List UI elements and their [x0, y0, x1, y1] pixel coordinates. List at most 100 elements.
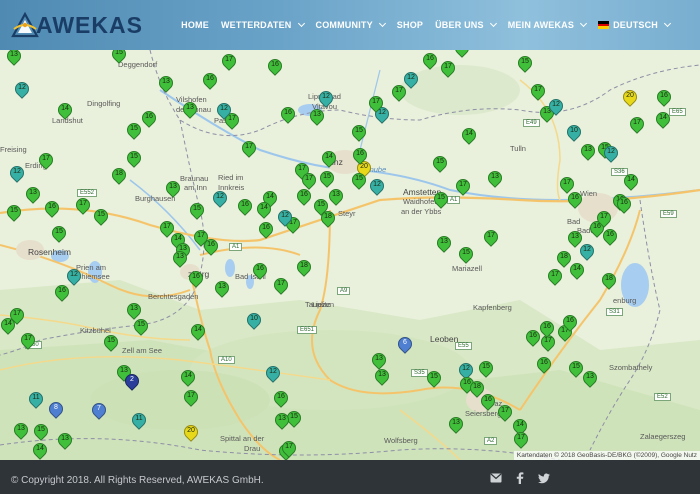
weather-station-marker[interactable]: 10: [244, 310, 264, 333]
weather-station-marker[interactable]: 13: [11, 420, 31, 443]
weather-station-marker[interactable]: 17: [481, 227, 501, 250]
facebook-icon[interactable]: [514, 472, 526, 484]
weather-station-marker[interactable]: 16: [600, 226, 620, 249]
weather-station-marker[interactable]: 15: [430, 153, 450, 176]
weather-station-marker[interactable]: 16: [523, 327, 543, 350]
weather-station-marker[interactable]: 12: [263, 363, 283, 386]
weather-station-marker[interactable]: 12: [546, 96, 566, 119]
weather-station-marker[interactable]: 15: [91, 206, 111, 229]
weather-station-marker[interactable]: 12: [210, 188, 230, 211]
weather-station-marker[interactable]: 17: [438, 58, 458, 81]
weather-station-marker[interactable]: 14: [0, 315, 18, 338]
nav-item-0[interactable]: HOME: [175, 0, 215, 50]
weather-station-marker[interactable]: 13: [565, 228, 585, 251]
weather-station-marker[interactable]: 15: [476, 358, 496, 381]
weather-station-marker[interactable]: 12: [316, 88, 336, 111]
weather-station-marker[interactable]: 14: [254, 199, 274, 222]
weather-station-marker[interactable]: 16: [614, 194, 634, 217]
weather-station-marker[interactable]: 16: [256, 219, 276, 242]
weather-station-marker[interactable]: 17: [545, 266, 565, 289]
weather-station-marker[interactable]: 16: [201, 236, 221, 259]
weather-station-marker[interactable]: 8: [46, 399, 66, 422]
weather-station-marker[interactable]: 11: [129, 410, 149, 433]
weather-station-marker[interactable]: 16: [534, 354, 554, 377]
weather-station-marker[interactable]: 13: [170, 248, 190, 271]
weather-station-marker[interactable]: 14: [621, 171, 641, 194]
weather-station-marker[interactable]: 17: [271, 275, 291, 298]
nav-item-4[interactable]: ÜBER UNS: [429, 0, 502, 50]
weather-station-marker[interactable]: 12: [7, 163, 27, 186]
weather-station-marker[interactable]: 12: [64, 266, 84, 289]
weather-station-marker[interactable]: 18: [318, 208, 338, 231]
weather-station-marker[interactable]: 13: [372, 366, 392, 389]
weather-station-marker[interactable]: 15: [109, 50, 129, 67]
weather-station-marker[interactable]: 17: [511, 429, 531, 452]
nav-item-1[interactable]: WETTERDATEN: [215, 0, 310, 50]
weather-station-marker[interactable]: 18: [294, 257, 314, 280]
weather-station-marker[interactable]: 17: [528, 81, 548, 104]
weather-station-marker[interactable]: 17: [181, 387, 201, 410]
nav-item-6[interactable]: DEUTSCH: [592, 0, 676, 50]
weather-station-marker[interactable]: 12: [275, 207, 295, 230]
weather-station-marker[interactable]: 13: [580, 368, 600, 391]
twitter-icon[interactable]: [538, 472, 550, 484]
weather-station-marker[interactable]: 16: [478, 391, 498, 414]
weather-station-marker[interactable]: 15: [4, 202, 24, 225]
weather-station-marker[interactable]: 13: [446, 414, 466, 437]
weather-station-marker[interactable]: 12: [367, 176, 387, 199]
weather-station-marker[interactable]: 17: [279, 438, 299, 460]
weather-station-marker[interactable]: 15: [124, 120, 144, 143]
weather-station-marker[interactable]: 15: [566, 358, 586, 381]
weather-station-marker[interactable]: 13: [212, 278, 232, 301]
weather-station-marker[interactable]: 13: [23, 184, 43, 207]
weather-station-marker[interactable]: 15: [349, 122, 369, 145]
weather-station-marker[interactable]: 15: [101, 332, 121, 355]
weather-station-marker[interactable]: 13: [163, 178, 183, 201]
weather-station-marker[interactable]: 13: [55, 430, 75, 453]
weather-station-marker[interactable]: 14: [55, 100, 75, 123]
nav-item-3[interactable]: SHOP: [391, 0, 429, 50]
weather-station-marker[interactable]: 16: [52, 282, 72, 305]
weather-station-marker[interactable]: 16: [565, 189, 585, 212]
weather-station-marker[interactable]: 17: [36, 150, 56, 173]
weather-station-marker[interactable]: 17: [239, 138, 259, 161]
weather-station-marker[interactable]: 14: [178, 367, 198, 390]
weather-station-marker[interactable]: 14: [319, 148, 339, 171]
weather-station-marker[interactable]: 15: [49, 223, 69, 246]
weather-station-marker[interactable]: 16: [654, 87, 674, 110]
weather-station-marker[interactable]: 16: [42, 198, 62, 221]
weather-station-marker[interactable]: 16: [139, 108, 159, 131]
weather-station-marker[interactable]: 13: [307, 106, 327, 129]
weather-station-marker[interactable]: 12: [12, 79, 32, 102]
weather-station-marker[interactable]: 20: [620, 87, 640, 110]
weather-station-marker[interactable]: 13: [485, 168, 505, 191]
weather-station-marker[interactable]: 17: [627, 114, 647, 137]
weather-station-marker[interactable]: 15: [124, 148, 144, 171]
weather-station-marker[interactable]: 17: [594, 208, 614, 231]
weather-station-marker[interactable]: 16: [186, 268, 206, 291]
weather-station-marker[interactable]: 15: [31, 421, 51, 444]
weather-station-marker[interactable]: 15: [424, 368, 444, 391]
weather-station-marker[interactable]: 17: [219, 51, 239, 74]
weather-station-marker[interactable]: 15: [515, 53, 535, 76]
weather-station-marker[interactable]: 16: [200, 70, 220, 93]
weather-station-marker[interactable]: 13: [578, 141, 598, 164]
weather-station-marker[interactable]: 16: [350, 145, 370, 168]
weather-station-marker[interactable]: 12: [401, 69, 421, 92]
weather-station-marker[interactable]: 14: [459, 125, 479, 148]
weather-station-marker[interactable]: 20: [181, 422, 201, 445]
weather-station-marker[interactable]: 11: [26, 389, 46, 412]
weather-station-marker[interactable]: 7: [89, 400, 109, 423]
weather-station-marker[interactable]: 12: [601, 143, 621, 166]
weather-station-marker[interactable]: 14: [30, 440, 50, 460]
weather-station-marker[interactable]: 16: [265, 56, 285, 79]
weather-station-marker[interactable]: 15: [349, 170, 369, 193]
weather-station-marker[interactable]: 16: [235, 196, 255, 219]
weather-station-marker[interactable]: 15: [131, 316, 151, 339]
weather-station-marker[interactable]: 12: [214, 100, 234, 123]
weather-station-marker[interactable]: 13: [156, 73, 176, 96]
weather-station-marker[interactable]: 14: [653, 109, 673, 132]
weather-station-marker[interactable]: 17: [73, 195, 93, 218]
weather-station-marker[interactable]: 13: [272, 410, 292, 433]
weather-station-marker[interactable]: 16: [278, 104, 298, 127]
